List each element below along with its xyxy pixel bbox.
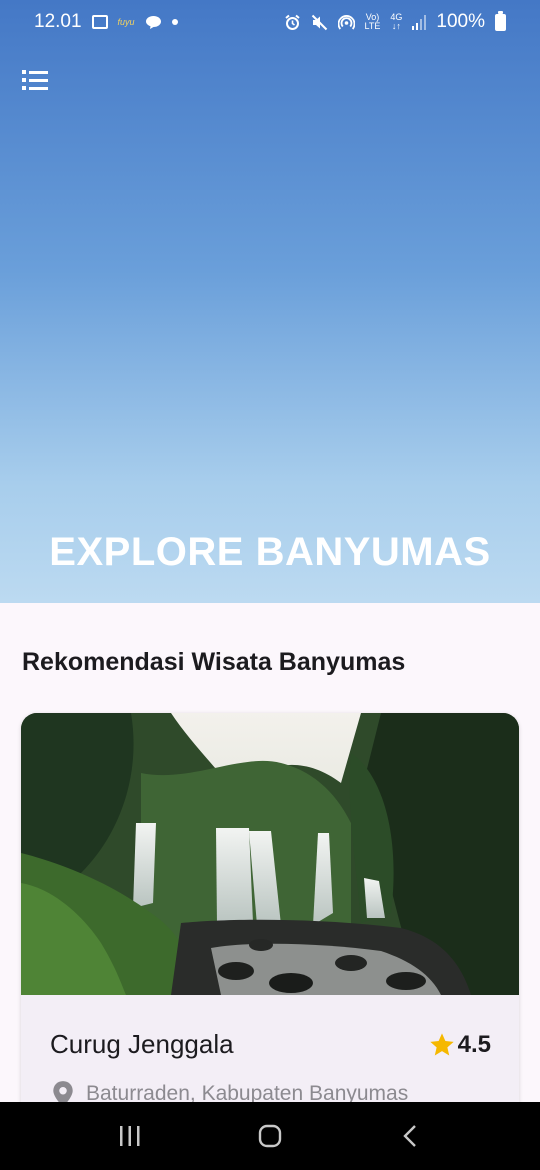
home-button[interactable] [250, 1116, 290, 1156]
hero-title: EXPLORE BANYUMAS [49, 530, 491, 574]
mute-icon [311, 14, 327, 30]
card-title: Curug Jenggala [50, 1029, 234, 1059]
recents-icon [120, 1126, 140, 1146]
home-icon [258, 1124, 282, 1148]
card-body: Curug Jenggala 4.5 Baturraden, Kabupaten… [21, 995, 519, 1108]
battery-percent: 100% [436, 11, 485, 32]
hero-banner: 12.01 fuyu Vo) LTE 4G ↓↑ 100% EXPLORE BA… [0, 0, 540, 603]
app-badge: fuyu [117, 17, 135, 27]
waterfall-photo [21, 713, 519, 995]
back-button[interactable] [390, 1116, 430, 1156]
signal-icon [412, 14, 427, 30]
back-icon [403, 1125, 416, 1147]
battery-icon [495, 10, 506, 31]
data-indicator: 4G ↓↑ [390, 13, 402, 31]
menu-list-icon [22, 70, 56, 74]
star-icon [429, 1032, 454, 1055]
data-arrows-icon: ↓↑ [391, 21, 401, 31]
notification-dot-icon [171, 19, 178, 25]
rating-value: 4.5 [457, 1030, 491, 1058]
menu-button[interactable] [22, 66, 56, 94]
system-navigation-bar [0, 1102, 540, 1170]
destination-card[interactable]: Curug Jenggala 4.5 Baturraden, Kabupaten… [21, 713, 519, 1133]
waterfall-illustration [21, 713, 519, 995]
lte-label: LTE [364, 21, 381, 31]
status-bar: 12.01 fuyu Vo) LTE 4G ↓↑ 100% [0, 0, 540, 44]
section-title: Rekomendasi Wisata Banyumas [22, 648, 406, 676]
rating: 4.5 [428, 1031, 491, 1059]
recents-button[interactable] [110, 1116, 150, 1156]
gallery-icon [91, 15, 108, 29]
status-time: 12.01 [34, 11, 82, 32]
card-header: Curug Jenggala 4.5 [50, 1029, 491, 1060]
chat-icon [145, 15, 161, 29]
volte-indicator: Vo) LTE [365, 13, 381, 31]
alarm-icon [284, 14, 300, 30]
hotspot-icon [337, 14, 355, 30]
